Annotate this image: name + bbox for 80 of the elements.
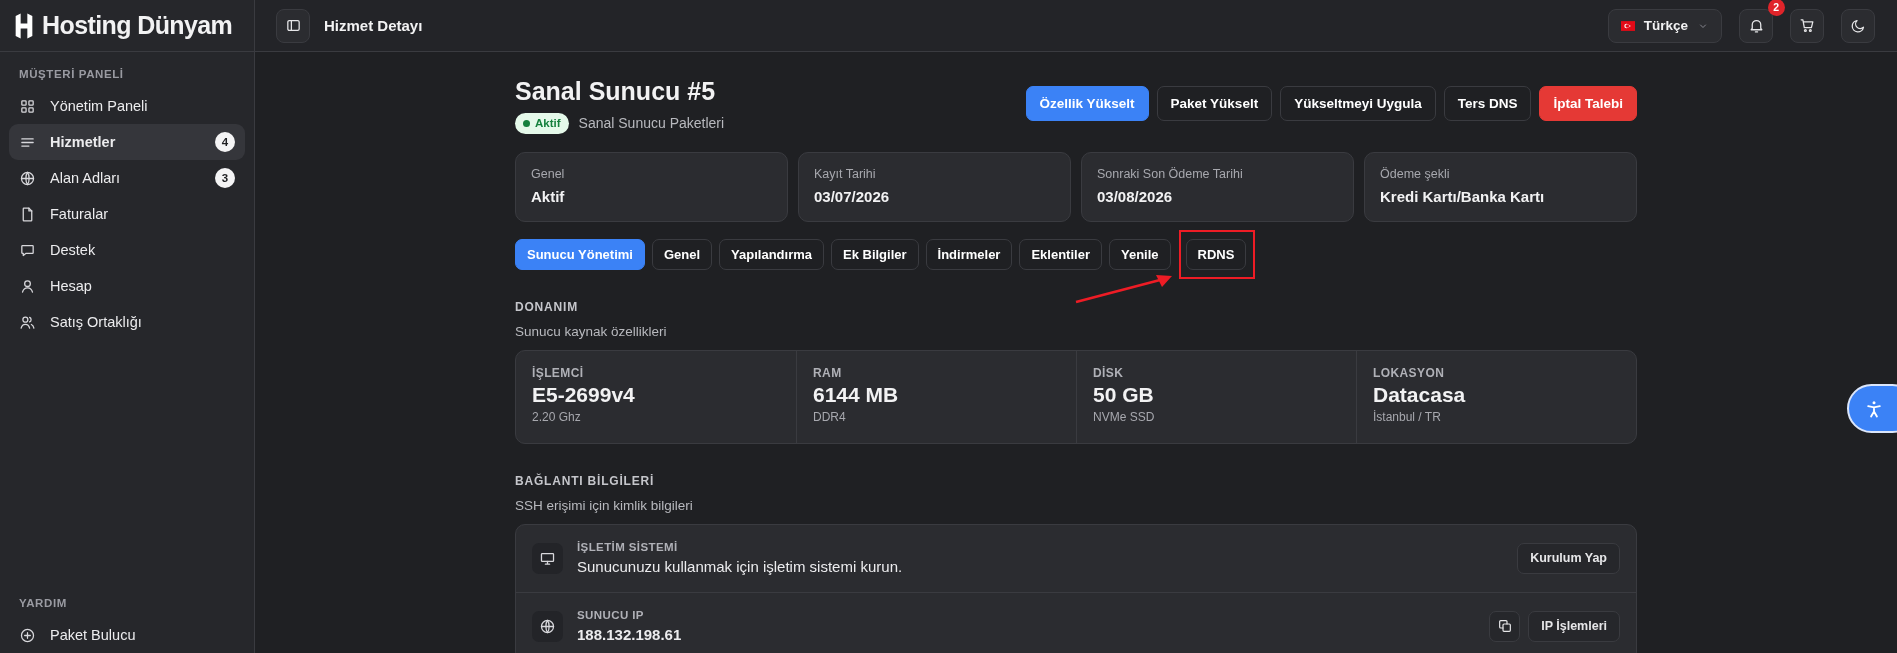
copy-button[interactable] (1489, 610, 1521, 642)
spec-detail: 2.20 Ghz (532, 409, 582, 424)
info-value: Aktif (531, 187, 566, 205)
info-value: 03/08/2026 (1097, 187, 1174, 205)
sidebar-item[interactable]: Hesap (9, 268, 245, 304)
field-value: Sunucunuzu kullanmak için işletim sistemi kurun. (577, 558, 904, 575)
service-title: Sanal Sunucu #5 (515, 78, 717, 106)
row-action-button[interactable]: Kurulum Yap (1517, 542, 1620, 574)
count-badge: 4 (215, 132, 235, 152)
grid-icon (19, 97, 36, 115)
brand-name: Hosting Dünyam (42, 11, 233, 40)
action-button[interactable]: İptal Talebi (1539, 86, 1637, 121)
tab[interactable]: Yenile (1108, 238, 1171, 270)
spec-value: Datacasa (1373, 382, 1467, 407)
sidebar-item[interactable]: Destek (9, 232, 245, 268)
info-value: 03/07/2026 (814, 187, 891, 205)
spec-detail: NVMe SSD (1093, 409, 1156, 424)
globe-icon (532, 610, 563, 642)
info-value: Kredi Kartı/Banka Kartı (1380, 187, 1546, 205)
sidebar-item[interactable]: Hizmetler 4 (9, 124, 245, 160)
tab[interactable]: Ek Bilgiler (831, 238, 919, 270)
action-button[interactable]: Ters DNS (1443, 86, 1532, 121)
info-label: Sonraki Son Ödeme Tarihi (1097, 166, 1244, 181)
field-value: 188.132.198.61 (577, 626, 683, 643)
sidebar-section-heading: MÜŞTERİ PANELİ (18, 67, 125, 82)
spec-value: 6144 MB (813, 382, 900, 407)
sidebar-section-heading: YARDIM (18, 596, 68, 611)
action-button[interactable]: Paket Yükselt (1156, 86, 1273, 121)
tab[interactable]: Eklentiler (1019, 238, 1102, 270)
status-badge: Aktif (515, 112, 569, 134)
accessibility-button[interactable] (1847, 384, 1897, 433)
section-heading: BAĞLANTI BİLGİLERİ (515, 473, 656, 488)
theme-toggle-button[interactable] (1841, 8, 1875, 43)
tab[interactable]: Sunucu Yönetimi (515, 238, 645, 270)
page-title: Hizmet Detayı (324, 17, 423, 34)
notification-badge: 2 (1767, 0, 1785, 16)
copy-icon (1496, 618, 1513, 634)
flag-icon (1620, 20, 1635, 31)
field-label: İŞLETİM SİSTEMİ (577, 541, 679, 553)
spec-label: LOKASYON (1373, 365, 1446, 380)
cart-button[interactable] (1790, 8, 1824, 43)
notifications-button[interactable] (1739, 8, 1773, 43)
action-button[interactable]: Özellik Yükselt (1025, 86, 1149, 121)
sidebar-icon (284, 17, 302, 34)
section-subtitle: Sunucu kaynak özellikleri (515, 323, 668, 339)
sidebar-item[interactable]: Paket Bulucu (9, 617, 245, 653)
spec-detail: DDR4 (813, 409, 847, 424)
section-subtitle: SSH erişimi için kimlik bilgileri (515, 497, 694, 513)
sidebar-item[interactable]: Yönetim Paneli (9, 88, 245, 124)
tab[interactable]: İndirmeler (925, 238, 1013, 270)
spec-label: DİSK (1093, 365, 1125, 380)
spec-value: 50 GB (1093, 382, 1155, 407)
globe-icon (19, 169, 36, 187)
cart-icon (1798, 17, 1816, 34)
tab[interactable]: Yapılandırma (719, 238, 824, 270)
monitor-icon (532, 542, 563, 574)
spec-value: E5-2699v4 (532, 382, 636, 407)
language-selector[interactable]: Türkçe (1607, 8, 1722, 43)
info-label: Ödeme şekli (1380, 166, 1451, 181)
sidebar-item[interactable]: Alan Adları 3 (9, 160, 245, 196)
count-badge: 3 (215, 168, 235, 188)
spec-label: İŞLEMCİ (532, 365, 585, 380)
info-label: Genel (531, 166, 566, 181)
plus-circle-icon (19, 626, 36, 644)
row-action-button[interactable]: IP İşlemleri (1528, 610, 1620, 642)
spec-detail: İstanbul / TR (1373, 409, 1442, 424)
service-category: Sanal Sunucu Paketleri (578, 115, 725, 131)
action-button[interactable]: Yükseltmeyi Uygula (1280, 86, 1436, 121)
tab[interactable]: RDNS (1185, 238, 1247, 270)
info-label: Kayıt Tarihi (814, 166, 877, 181)
spec-label: RAM (813, 365, 843, 380)
moon-icon (1849, 17, 1867, 34)
tab[interactable]: Genel (651, 238, 713, 270)
field-label: SUNUCU IP (577, 609, 645, 621)
section-heading: DONANIM (515, 299, 579, 314)
sidebar-item[interactable]: Satış Ortaklığı (9, 304, 245, 340)
accessibility-icon (1864, 398, 1884, 419)
sidebar-toggle-button[interactable] (276, 8, 310, 43)
user-icon (19, 277, 36, 295)
sidebar-item[interactable]: Faturalar (9, 196, 245, 232)
